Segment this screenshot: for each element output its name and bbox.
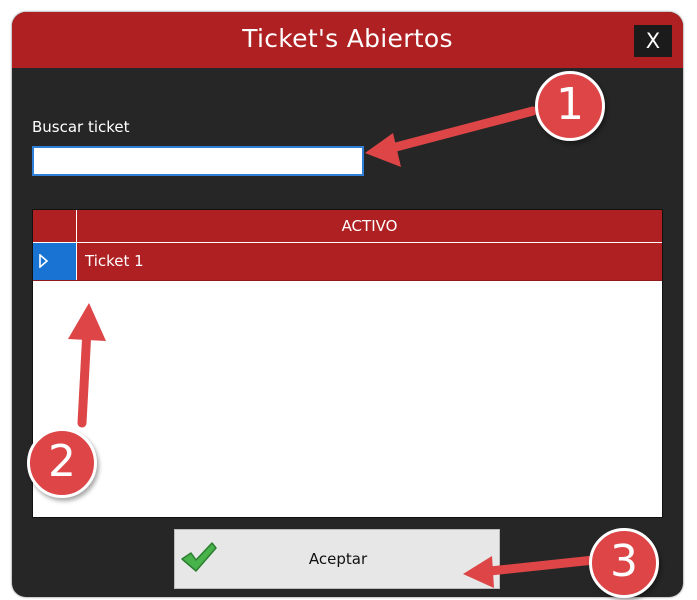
ticket-cell: Ticket 1 — [85, 252, 144, 270]
screenshot-stage: Ticket's Abiertos X Buscar ticket ACTIVO… — [0, 0, 697, 600]
grid-header: ACTIVO — [33, 210, 662, 242]
title-bar: Ticket's Abiertos X — [12, 12, 683, 68]
search-label: Buscar ticket — [32, 118, 130, 136]
grid-header-selector — [33, 210, 77, 242]
row-selector[interactable] — [33, 243, 77, 280]
row-pointer-icon — [39, 254, 49, 268]
column-header-activo[interactable]: ACTIVO — [77, 210, 662, 242]
table-row[interactable]: Ticket 1 — [33, 243, 662, 281]
tickets-grid: ACTIVO Ticket 1 — [32, 209, 663, 518]
close-icon: X — [645, 29, 661, 53]
accept-button[interactable]: Aceptar — [174, 529, 500, 589]
annotation-badge-2: 2 — [27, 428, 97, 498]
window-title: Ticket's Abiertos — [242, 24, 453, 53]
annotation-badge-3: 3 — [589, 528, 659, 598]
search-input[interactable] — [32, 146, 364, 176]
annotation-badge-1: 1 — [535, 71, 605, 141]
accept-button-label: Aceptar — [308, 550, 368, 568]
close-button[interactable]: X — [634, 25, 672, 57]
